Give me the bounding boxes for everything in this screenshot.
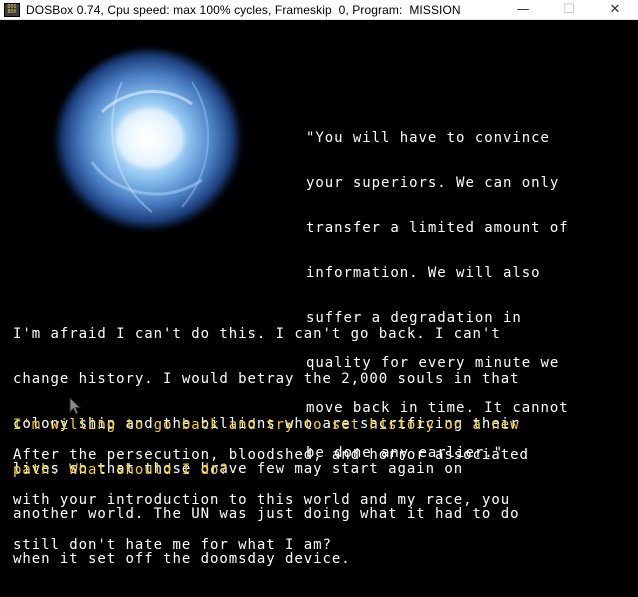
option-line: After the persecution, bloodshed, and ho… [13, 447, 529, 463]
quote-line: information. We will also [306, 265, 541, 281]
quote-line: transfer a limited amount of [306, 220, 569, 236]
option-line: I'm afraid I can't do this. I can't go b… [13, 326, 501, 342]
dosbox-window: DOS BOX DOSBox 0.74, Cpu speed: max 100%… [0, 0, 638, 567]
window-controls: — ☐ ✕ [500, 0, 638, 19]
title-bar[interactable]: DOS BOX DOSBox 0.74, Cpu speed: max 100%… [0, 0, 638, 20]
maximize-icon: ☐ [563, 2, 575, 17]
option-line: change history. I would betray the 2,000… [13, 371, 520, 387]
option-line: still don't hate me for what I am? [13, 537, 332, 553]
close-button[interactable]: ✕ [592, 0, 638, 19]
minimize-button[interactable]: — [500, 0, 546, 19]
quote-line: "You will have to convince [306, 130, 550, 146]
glowing-energy-orb-icon [43, 44, 251, 240]
minimize-icon: — [516, 2, 530, 17]
icon-label-bottom: BOX [7, 8, 17, 15]
quote-line: your superiors. We can only [306, 175, 560, 191]
mouse-pointer-icon [69, 397, 81, 415]
window-title: DOSBox 0.74, Cpu speed: max 100% cycles,… [26, 2, 461, 17]
close-icon: ✕ [609, 2, 621, 17]
game-screen[interactable]: "You will have to convince your superior… [0, 20, 638, 567]
maximize-button[interactable]: ☐ [546, 0, 592, 19]
dosbox-app-icon[interactable]: DOS BOX [4, 2, 20, 17]
